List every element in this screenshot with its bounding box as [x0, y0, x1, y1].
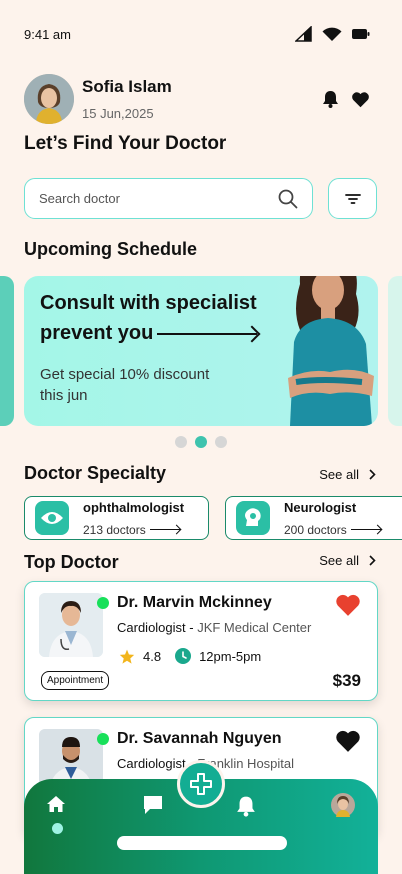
see-all-label: See all — [319, 467, 359, 482]
arrow-right-icon — [157, 332, 258, 335]
chevron-right-icon — [369, 469, 376, 480]
specialty-name: Neurologist — [284, 499, 357, 515]
banner-subtext: Get special 10% discount this jun — [40, 366, 210, 404]
user-date: 15 Jun,2025 — [82, 106, 154, 121]
prev-slide-peek[interactable] — [0, 276, 14, 426]
schedule-heading: Upcoming Schedule — [24, 239, 198, 259]
top-doctor-see-all[interactable]: See all — [319, 553, 376, 568]
doctor-name: Dr. Marvin Mckinney — [117, 594, 272, 611]
nav-active-indicator — [52, 823, 63, 834]
status-icons — [295, 26, 370, 42]
carousel-dot[interactable] — [215, 436, 227, 448]
home-indicator — [117, 836, 287, 850]
arrow-right-icon — [350, 528, 381, 531]
nav-home[interactable] — [46, 795, 66, 813]
specialty-card-neurologist[interactable]: Neurologist 200 doctors — [225, 496, 402, 540]
banner-line2: prevent you — [40, 322, 154, 344]
add-appointment-button[interactable] — [177, 760, 225, 808]
doctor-price: $39 — [332, 671, 361, 690]
nav-messages[interactable] — [142, 795, 164, 815]
specialty-card-ophthalmologist[interactable]: ophthalmologist 213 doctors — [24, 496, 209, 540]
appointment-badge[interactable]: Appointment — [41, 671, 110, 690]
profile-avatar-icon — [331, 793, 355, 817]
filter-button[interactable] — [328, 178, 377, 219]
see-all-label: See all — [319, 553, 359, 568]
online-status-indicator — [97, 733, 109, 745]
doctor-name: Dr. Savannah Nguyen — [117, 730, 282, 747]
favorite-heart-icon[interactable] — [335, 593, 361, 617]
carousel-dots — [175, 436, 227, 448]
doctor-specialty: Cardiologist - JKF Medical Center — [117, 620, 311, 635]
arrow-right-icon — [149, 528, 180, 531]
user-name: Sofia Islam — [82, 77, 172, 96]
specialty-name: ophthalmologist — [83, 499, 185, 515]
nav-profile[interactable] — [331, 793, 355, 817]
specialty-count: 213 doctors — [83, 522, 146, 537]
carousel-dot-active[interactable] — [195, 436, 207, 448]
specialty-count: 200 doctors — [284, 522, 347, 537]
clock-icon — [175, 648, 192, 664]
user-avatar[interactable] — [24, 74, 74, 124]
signal-icon — [295, 26, 312, 42]
doctor-card[interactable]: Dr. Marvin Mckinney Cardiologist - JKF M… — [24, 581, 378, 701]
specialty-see-all[interactable]: See all — [319, 467, 376, 482]
search-icon[interactable] — [278, 189, 298, 209]
home-icon — [47, 796, 65, 812]
online-status-indicator — [97, 597, 109, 609]
battery-icon — [352, 29, 370, 39]
status-bar: 9:41 am — [24, 24, 370, 44]
doctor-hospital: JKF Medical Center — [197, 620, 312, 635]
bell-icon — [237, 796, 255, 817]
doctor-illustration — [288, 276, 374, 426]
banner-line1: Consult with specialist — [40, 292, 257, 314]
nav-notifications[interactable] — [236, 795, 256, 817]
chevron-right-icon — [369, 555, 376, 566]
eye-icon — [35, 501, 69, 535]
bell-icon[interactable] — [322, 90, 339, 108]
specialty-heading: Doctor Specialty — [24, 463, 167, 483]
favorite-heart-icon[interactable] — [335, 729, 361, 753]
filter-icon — [344, 193, 361, 204]
top-doctor-heading: Top Doctor — [24, 552, 119, 572]
heart-icon[interactable] — [351, 91, 370, 108]
promo-banner[interactable]: Consult with specialist prevent you Get … — [24, 276, 378, 426]
next-slide-peek[interactable] — [388, 276, 402, 426]
chat-icon — [144, 796, 162, 814]
doctor-rating: 4.8 — [143, 648, 162, 664]
brain-icon — [236, 501, 270, 535]
doctor-hours: 12pm-5pm — [199, 648, 262, 664]
search-box[interactable] — [24, 178, 313, 219]
medical-cross-icon — [190, 773, 212, 795]
doctor-specialty-label: Cardiologist - — [117, 620, 198, 635]
star-icon — [119, 649, 135, 664]
search-input[interactable] — [39, 191, 278, 206]
status-time: 9:41 am — [24, 26, 71, 42]
banner-headline: Consult with specialist prevent you — [40, 288, 258, 348]
doctor-photo — [39, 593, 103, 657]
wifi-icon — [322, 27, 342, 41]
doctor-meta: 4.8 12pm-5pm — [119, 648, 261, 664]
profile-header: Sofia Islam 15 Jun,2025 — [24, 74, 370, 124]
carousel-dot[interactable] — [175, 436, 187, 448]
page-title: Let’s Find Your Doctor — [24, 133, 227, 154]
